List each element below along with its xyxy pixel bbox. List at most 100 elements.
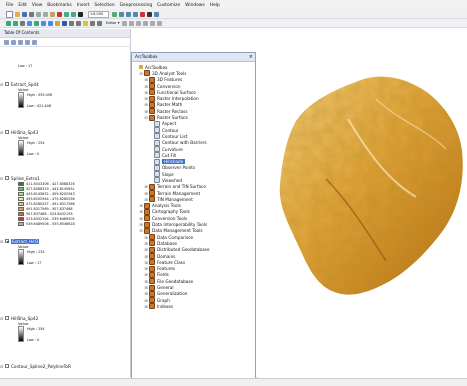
expand-icon[interactable]: ⊞ xyxy=(144,102,148,107)
layer-row[interactable]: ⊟ Contour_Spline2_PolylineToR xyxy=(0,363,130,369)
undo-icon[interactable] xyxy=(64,11,69,17)
expand-icon[interactable]: ⊞ xyxy=(144,260,148,265)
cut-icon[interactable] xyxy=(36,11,41,17)
options-icon[interactable] xyxy=(32,39,37,45)
delete-icon[interactable] xyxy=(57,11,62,17)
expand-icon[interactable]: ⊞ xyxy=(144,90,148,95)
expand-icon[interactable]: ⊞ xyxy=(144,77,148,82)
expand-icon[interactable]: ⊞ xyxy=(144,96,148,101)
collapse-icon[interactable]: ⊟ xyxy=(139,71,143,76)
new-icon[interactable] xyxy=(6,10,13,18)
visibility-checkbox[interactable] xyxy=(5,364,9,368)
time-slider-icon[interactable] xyxy=(97,20,102,26)
expand-icon[interactable]: ⊞ xyxy=(144,304,148,309)
expand-icon[interactable]: ⊞ xyxy=(139,216,143,221)
search-icon[interactable] xyxy=(133,11,138,17)
expand-icon[interactable]: ⊞ xyxy=(144,285,148,290)
map-view[interactable] xyxy=(256,29,467,377)
python-icon[interactable] xyxy=(147,11,152,17)
expand-icon[interactable]: ⊞ xyxy=(144,272,148,277)
collapse-toggle[interactable]: ⊟ xyxy=(0,239,4,244)
hyperlink-icon[interactable] xyxy=(83,20,88,26)
edit-tool-icon[interactable] xyxy=(121,20,127,26)
measure-icon[interactable] xyxy=(76,20,81,26)
expand-icon[interactable]: ⊞ xyxy=(144,298,148,303)
select-features-icon[interactable] xyxy=(55,20,60,26)
expand-icon[interactable]: ⊞ xyxy=(144,254,148,259)
list-by-selection-icon[interactable] xyxy=(25,39,30,45)
expand-icon[interactable]: ⊞ xyxy=(144,247,148,252)
print-icon[interactable] xyxy=(29,11,34,17)
visibility-checkbox[interactable] xyxy=(5,239,9,243)
trace-icon[interactable] xyxy=(135,20,141,26)
expand-icon[interactable]: ⊞ xyxy=(144,241,148,246)
copy-icon[interactable] xyxy=(43,11,48,17)
list-by-drawing-order-icon[interactable] xyxy=(4,39,9,45)
full-extent-icon[interactable] xyxy=(27,20,32,26)
menu-item[interactable]: Insert xyxy=(77,3,90,8)
collapse-toggle[interactable]: ⊟ xyxy=(0,316,4,321)
menu-item[interactable]: View xyxy=(32,3,42,8)
split-icon[interactable] xyxy=(142,20,148,26)
visibility-checkbox[interactable] xyxy=(5,82,9,86)
visibility-checkbox[interactable] xyxy=(5,130,9,134)
expand-icon[interactable]: ⊞ xyxy=(144,191,148,196)
expand-icon[interactable]: ⊞ xyxy=(144,109,148,114)
menu-item[interactable]: Selection xyxy=(94,3,114,8)
menu-item[interactable]: Edit xyxy=(18,3,27,8)
editor-icon[interactable] xyxy=(112,11,117,17)
collapse-icon[interactable]: ⊟ xyxy=(139,228,143,233)
menu-item[interactable]: Windows xyxy=(185,3,205,8)
toc-icon[interactable] xyxy=(119,11,124,17)
toolset-icon xyxy=(149,108,155,115)
forward-extent-icon[interactable] xyxy=(48,20,53,26)
visibility-checkbox[interactable] xyxy=(5,316,9,320)
collapse-toggle[interactable]: ⊟ xyxy=(0,82,4,87)
expand-icon[interactable]: ⊞ xyxy=(139,203,143,208)
menu-item[interactable]: Customize xyxy=(157,3,180,8)
zoom-out-icon[interactable] xyxy=(13,20,18,26)
zoom-in-icon[interactable] xyxy=(6,20,11,26)
identify-icon[interactable] xyxy=(62,20,67,26)
expand-icon[interactable]: ⊞ xyxy=(144,84,148,89)
close-icon[interactable]: × xyxy=(249,53,253,61)
expand-icon[interactable]: ⊞ xyxy=(139,222,143,227)
find-icon[interactable] xyxy=(69,20,74,26)
pan-icon[interactable] xyxy=(20,20,25,26)
fixed-zoom-icon[interactable] xyxy=(34,20,39,26)
list-by-visibility-icon[interactable] xyxy=(18,39,23,45)
save-icon[interactable] xyxy=(22,11,27,17)
collapse-toggle[interactable]: ⊟ xyxy=(0,130,4,135)
redo-icon[interactable] xyxy=(71,11,76,17)
map-scale-input[interactable]: 1:8,000 xyxy=(88,10,109,18)
menu-item[interactable]: Bookmarks xyxy=(47,3,72,8)
catalog-icon[interactable] xyxy=(126,11,131,17)
paste-icon[interactable] xyxy=(50,11,55,17)
collapse-icon[interactable]: ⊟ xyxy=(144,115,148,120)
list-by-source-icon[interactable] xyxy=(11,39,16,45)
collapse-toggle[interactable]: ⊟ xyxy=(0,364,4,369)
modelbuilder-icon[interactable] xyxy=(154,11,159,17)
menu-item[interactable]: Help xyxy=(210,3,220,8)
toolset-item[interactable]: ⊞ Indexes xyxy=(132,303,255,310)
expand-icon[interactable]: ⊞ xyxy=(144,197,148,202)
collapse-toggle[interactable]: ⊟ xyxy=(0,176,4,181)
back-extent-icon[interactable] xyxy=(41,20,46,26)
expand-icon[interactable]: ⊞ xyxy=(144,279,148,284)
open-icon[interactable] xyxy=(15,11,20,17)
sketch-icon[interactable] xyxy=(128,20,134,26)
add-data-icon[interactable] xyxy=(78,11,83,17)
expand-icon[interactable]: ⊞ xyxy=(144,266,148,271)
editor-menu[interactable]: Editor ▾ xyxy=(106,21,120,25)
expand-icon[interactable]: ⊞ xyxy=(144,291,148,296)
expand-icon[interactable]: ⊞ xyxy=(139,209,143,214)
arctoolbox-icon[interactable] xyxy=(140,11,145,17)
rotate-icon[interactable] xyxy=(149,20,155,26)
menu-item[interactable]: File xyxy=(6,3,13,8)
menu-item[interactable]: Geoprocessing xyxy=(120,3,152,8)
attributes-icon[interactable] xyxy=(156,20,162,26)
html-popup-icon[interactable] xyxy=(90,20,95,26)
expand-icon[interactable]: ⊞ xyxy=(144,184,148,189)
expand-icon[interactable]: ⊞ xyxy=(144,235,148,240)
visibility-checkbox[interactable] xyxy=(5,176,9,180)
